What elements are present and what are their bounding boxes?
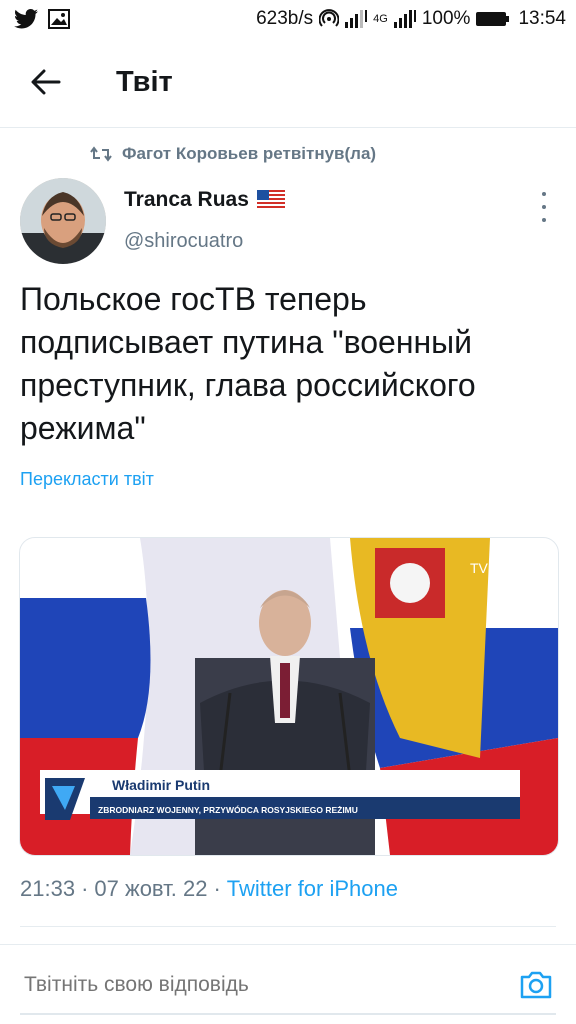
meta-divider [20,926,556,927]
reply-input[interactable] [22,971,446,998]
battery-percent: 100% [421,8,471,29]
dot [542,205,546,209]
author-handle[interactable]: @shirocuatro [124,230,243,253]
separator: · [213,876,221,901]
tweet-meta: 21:33 · 07 жовт. 22 · Twitter for iPhone [20,876,398,902]
separator: · [81,876,89,901]
tweet-time: 21:33 [20,876,76,901]
signal-icon [345,10,368,28]
dot [542,218,546,222]
avatar[interactable] [20,178,106,264]
author-display-name: Tranca Ruas [124,188,249,211]
caption-name: Władimir Putin [112,777,210,793]
camera-icon [520,971,552,998]
signal-icon-2 [393,10,416,28]
caption-subtitle: ZBRODNIARZ WOJENNY, PRZYWÓDCA ROSYJSKIEG… [98,804,358,815]
tweet-date: 07 жовт. 22 [94,876,208,901]
battery-icon [476,12,510,26]
retweet-label: Фагот Коровьев ретвітнув(ла) [122,144,377,163]
status-bar: 623b/s 4G 100% 13:54 [0,0,576,38]
dot [542,192,546,196]
net-speed: 623b/s [256,8,314,29]
retweet-context[interactable]: Фагот Коровьев ретвітнув(ла) [90,144,376,164]
retweet-icon [90,146,112,162]
page-title: Твіт [116,65,173,98]
network-type: 4G [373,13,388,25]
reply-underline [20,1013,556,1015]
channel-logo: TVP1 [470,560,505,576]
tweet-text: Польское госТВ теперь подписывает путина… [20,281,476,446]
arrow-left-icon [31,69,61,95]
author-name[interactable]: Tranca Ruas [124,188,285,212]
tweet-media-image[interactable]: TVP1 Władimir Putin ZBRODNIARZ WOJENNY, … [19,537,559,856]
top-app-bar: Твіт [0,38,576,126]
us-flag-icon [256,190,285,210]
camera-button[interactable] [516,965,556,1005]
gallery-icon [48,9,70,29]
translate-tweet-link[interactable]: Перекласти твіт [20,469,154,490]
hotspot-icon [319,9,340,29]
twitter-icon [14,9,38,29]
header-divider [0,127,576,128]
clock: 13:54 [518,8,566,29]
more-options-button[interactable] [532,190,556,224]
back-button[interactable] [14,50,78,114]
tweet-source-link[interactable]: Twitter for iPhone [227,876,398,902]
